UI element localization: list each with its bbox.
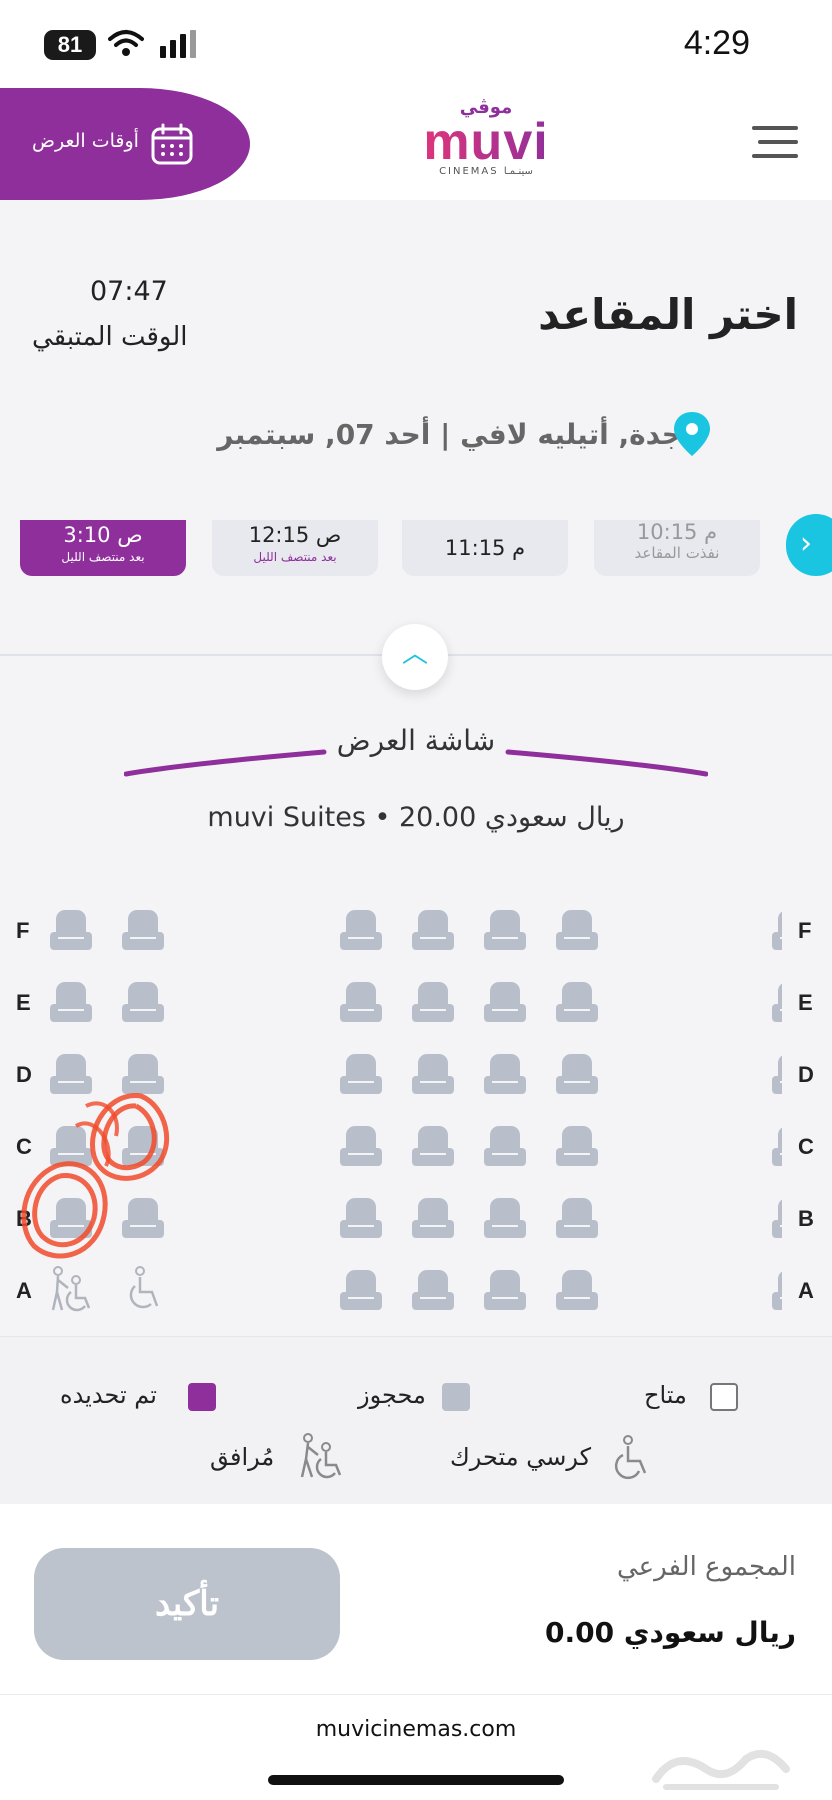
- chevron-up-icon: ︿: [401, 639, 428, 669]
- row-label-right: C: [798, 1134, 814, 1159]
- seat-reserved[interactable]: [412, 1126, 454, 1166]
- showtime-card[interactable]: 11:15 م: [402, 520, 568, 576]
- showtimes-label: أوقات العرض: [32, 130, 139, 152]
- seat-reserved[interactable]: [50, 910, 92, 950]
- showtime-subtitle: بعد منتصف الليل: [61, 550, 145, 564]
- next-showtimes-button[interactable]: ›: [786, 514, 832, 576]
- selected-swatch: [188, 1383, 216, 1411]
- battery-indicator: 81: [44, 30, 96, 60]
- seat-reserved[interactable]: [340, 1054, 382, 1094]
- seat-reserved[interactable]: [556, 1054, 598, 1094]
- seat-reserved[interactable]: [340, 982, 382, 1022]
- companion-icon: [300, 1433, 342, 1479]
- seat-reserved[interactable]: [556, 910, 598, 950]
- collapse-button[interactable]: ︿: [382, 624, 448, 690]
- seat-reserved[interactable]: [484, 1198, 526, 1238]
- seat-reserved[interactable]: [772, 910, 782, 950]
- status-bar: 81 4:29: [0, 0, 832, 88]
- subtotal-value: 0.00 ريال سعودي: [545, 1616, 796, 1649]
- seat-reserved[interactable]: [556, 1126, 598, 1166]
- seat-reserved[interactable]: [556, 1270, 598, 1310]
- page-title: اختر المقاعد: [538, 290, 798, 339]
- subtotal-label: المجموع الفرعي: [616, 1552, 796, 1582]
- browser-bottom-bar: muvicinemas.com: [0, 1694, 832, 1800]
- chevron-right-icon: ›: [800, 526, 812, 561]
- confirm-button[interactable]: تأكيد: [34, 1548, 340, 1660]
- seat-reserved[interactable]: [340, 1126, 382, 1166]
- signal-icon: [160, 30, 196, 58]
- showtime-time: 3:10 ص: [63, 523, 143, 547]
- legend-selected: تم تحديده: [60, 1381, 157, 1409]
- row-label-right: F: [798, 918, 812, 943]
- seat-reserved[interactable]: [556, 1198, 598, 1238]
- checkout-footer: المجموع الفرعي 0.00 ريال سعودي تأكيد: [0, 1504, 832, 1694]
- seat-reserved[interactable]: [484, 1126, 526, 1166]
- seat-legend: متاح محجوز تم تحديده كرسي متحرك مُرافق: [0, 1336, 832, 1504]
- seat-reserved[interactable]: [122, 910, 164, 950]
- seat-reserved[interactable]: [556, 982, 598, 1022]
- status-time: 4:29: [683, 24, 750, 62]
- seat-reserved[interactable]: [772, 1054, 782, 1094]
- seat-reserved[interactable]: [484, 982, 526, 1022]
- seat-reserved[interactable]: [122, 982, 164, 1022]
- available-swatch: [710, 1383, 738, 1411]
- home-indicator: [268, 1775, 564, 1785]
- seat-reserved[interactable]: [484, 910, 526, 950]
- seat-map: FFEEDDCCBBAA: [0, 880, 832, 1320]
- seat-type-price: muvi Suites • 20.00 ريال سعودي: [207, 802, 625, 833]
- seat-reserved[interactable]: [772, 1126, 782, 1166]
- seat-reserved[interactable]: [484, 1054, 526, 1094]
- showtime-card[interactable]: 12:15 ص بعد منتصف الليل: [212, 520, 378, 576]
- row-label-right: E: [798, 990, 813, 1015]
- reserved-swatch: [442, 1383, 470, 1411]
- seat-reserved[interactable]: [50, 982, 92, 1022]
- countdown-label: الوقت المتبقي: [32, 322, 188, 352]
- showtime-subtitle: بعد منتصف الليل: [253, 550, 337, 564]
- seat-reserved[interactable]: [340, 1198, 382, 1238]
- seat-reserved[interactable]: [772, 1270, 782, 1310]
- seat-reserved[interactable]: [340, 1270, 382, 1310]
- app-header: أوقات العرض موڤي muvi CINEMAS سينـمـا: [0, 88, 832, 200]
- seat-reserved[interactable]: [340, 910, 382, 950]
- cinema-location: جدة, أتيليه لافي | أحد 07, سبتمبر: [217, 418, 682, 451]
- row-label-right: B: [798, 1206, 814, 1231]
- seat-reserved[interactable]: [412, 910, 454, 950]
- seat-reserved[interactable]: [412, 1270, 454, 1310]
- hamburger-menu-icon[interactable]: [752, 126, 798, 160]
- muvi-logo[interactable]: موڤي muvi CINEMAS سينـمـا: [416, 98, 556, 190]
- countdown-timer: 07:47: [90, 276, 168, 307]
- row-label-left: D: [16, 1062, 32, 1087]
- seat-reserved[interactable]: [412, 1054, 454, 1094]
- row-label-left: E: [16, 990, 31, 1015]
- showtime-card[interactable]: 10:15 م نفذت المقاعد: [594, 520, 760, 576]
- logo-wordmark: muvi: [416, 116, 556, 168]
- row-label-left: F: [16, 918, 30, 943]
- red-scribble-annotation: [21, 1093, 170, 1259]
- seat-reserved[interactable]: [412, 1198, 454, 1238]
- showtime-time: 11:15 م: [444, 536, 526, 560]
- showtime-time: 12:15 ص: [248, 523, 342, 547]
- showtime-time: 10:15 م: [636, 520, 718, 544]
- wheelchair-icon: [614, 1435, 647, 1480]
- seat-reserved[interactable]: [772, 982, 782, 1022]
- legend-available: متاح: [644, 1381, 687, 1409]
- calendar-icon: [151, 123, 193, 165]
- row-label-right: D: [798, 1062, 814, 1087]
- screen-label: شاشة العرض: [336, 724, 496, 757]
- seat-reserved[interactable]: [772, 1198, 782, 1238]
- legend-companion: مُرافق: [210, 1443, 275, 1471]
- showtimes-button[interactable]: أوقات العرض: [0, 88, 250, 200]
- seat-reserved[interactable]: [412, 982, 454, 1022]
- seat-reserved[interactable]: [484, 1270, 526, 1310]
- showtime-subtitle: نفذت المقاعد: [634, 544, 720, 562]
- watermark-logo: [652, 1749, 790, 1790]
- legend-wheelchair: كرسي متحرك: [450, 1443, 592, 1471]
- showtime-card[interactable]: 3:10 ص بعد منتصف الليل: [20, 520, 186, 576]
- row-label-right: A: [798, 1278, 814, 1303]
- location-pin-icon: [674, 412, 710, 456]
- wifi-icon: [108, 30, 144, 56]
- legend-reserved: محجوز: [358, 1381, 426, 1409]
